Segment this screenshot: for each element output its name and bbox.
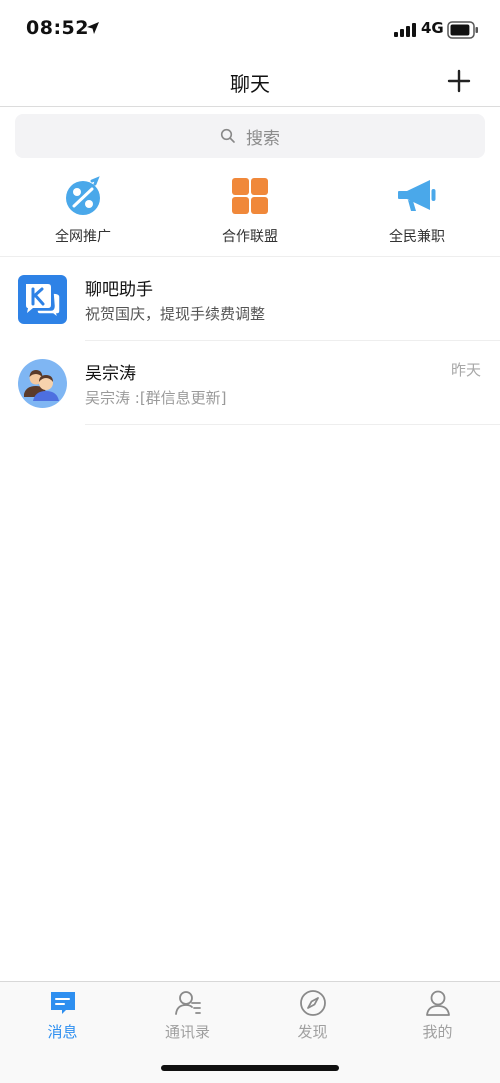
page-title: 聊天 (230, 72, 270, 96)
chat-preview: 祝贺国庆，提现手续费调整 (85, 305, 266, 323)
search-icon (220, 128, 235, 143)
tab-discover[interactable]: 发现 (250, 982, 375, 1042)
promotion-percent-icon (66, 176, 100, 215)
search-placeholder: 搜索 (246, 128, 280, 149)
profile-icon (426, 990, 450, 1016)
chat-name: 聊吧助手 (85, 280, 153, 300)
battery-icon (447, 21, 478, 39)
chat-item-assistant[interactable]: 聊吧助手 祝贺国庆，提现手续费调整 (0, 257, 500, 341)
shortcut-grid: 全网推广 合作联盟 全民兼职 (0, 170, 500, 257)
chat-preview: 吴宗涛 :[群信息更新] (85, 389, 227, 407)
network-type: 4G (421, 19, 444, 37)
shortcut-label: 合作联盟 (222, 229, 278, 245)
shortcut-parttime[interactable]: 全民兼职 (334, 170, 500, 256)
chat-item-wuzongtao[interactable]: 吴宗涛 吴宗涛 :[群信息更新] (0, 341, 500, 425)
tab-label: 通讯录 (164, 1023, 210, 1041)
home-indicator[interactable] (161, 1065, 339, 1071)
shortcut-promotion[interactable]: 全网推广 (0, 170, 166, 256)
status-time: 08:52 (26, 17, 89, 39)
divider (85, 424, 500, 425)
tab-label: 消息 (47, 1023, 78, 1041)
tab-messages[interactable]: 消息 (0, 982, 125, 1042)
location-arrow-icon (87, 22, 99, 34)
grid-tiles-icon (232, 178, 268, 214)
group-avatar-icon (18, 359, 67, 408)
status-bar: 08:52 4G (0, 0, 500, 58)
chat-name: 吴宗涛 (85, 364, 136, 384)
tab-label: 我的 (422, 1023, 453, 1041)
shortcut-alliance[interactable]: 合作联盟 (167, 170, 333, 256)
shortcut-label: 全民兼职 (389, 229, 445, 245)
megaphone-icon (398, 180, 436, 211)
chat-time: 昨天 (450, 361, 481, 379)
contacts-icon (175, 991, 201, 1015)
cellular-signal-icon (394, 23, 416, 37)
tab-label: 发现 (297, 1023, 328, 1041)
chat-list: 聊吧助手 祝贺国庆，提现手续费调整 吴宗涛 吴宗涛 :[群信息更新] (0, 257, 500, 425)
plus-icon[interactable] (444, 66, 474, 96)
message-icon (51, 992, 75, 1014)
nav-bar: 聊天 (0, 58, 500, 107)
tab-contacts[interactable]: 通讯录 (125, 982, 250, 1042)
shortcut-label: 全网推广 (55, 229, 111, 245)
app-k-logo-icon (18, 275, 67, 324)
search-input[interactable]: 搜索 (15, 114, 485, 158)
compass-icon (300, 990, 326, 1016)
tab-profile[interactable]: 我的 (375, 982, 500, 1042)
